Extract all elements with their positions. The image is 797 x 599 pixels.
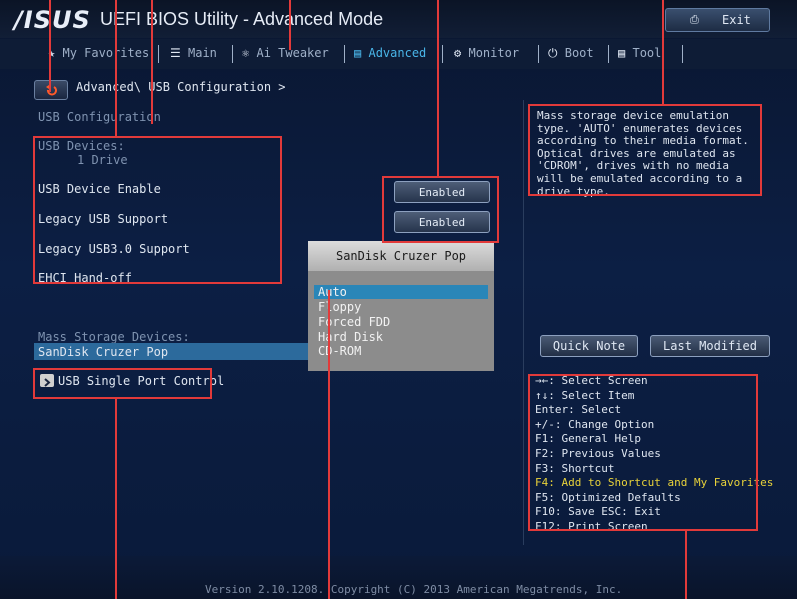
- back-arrow-icon: [46, 85, 57, 96]
- tab-boot[interactable]: ⏻ Boot: [548, 46, 594, 61]
- tab-advanced[interactable]: ▤ Advanced: [354, 46, 426, 60]
- callout-line: [289, 0, 291, 50]
- tweaker-icon: ⚛: [242, 46, 250, 60]
- callout-line: [49, 0, 51, 92]
- quick-note-button[interactable]: Quick Note: [540, 335, 638, 357]
- tab-divider: [682, 45, 683, 63]
- breadcrumb: Advanced\ USB Configuration >: [76, 80, 286, 94]
- callout-line: [685, 531, 687, 599]
- popup-option-auto[interactable]: Auto: [318, 285, 347, 299]
- menu-list-icon: ☰: [170, 46, 181, 60]
- tool-icon: ▤: [618, 46, 626, 60]
- section-title: USB Configuration: [38, 110, 161, 124]
- exit-button[interactable]: ⎙ Exit: [665, 8, 770, 32]
- monitor-icon: ⚙: [454, 46, 462, 60]
- callout-box-help: [528, 104, 762, 196]
- callout-line: [115, 399, 117, 599]
- tab-tool[interactable]: ▤ Tool: [618, 46, 661, 60]
- callout-box-single-port: [33, 368, 212, 399]
- tab-label: Boot: [564, 46, 594, 60]
- popup-option-floppy[interactable]: Floppy: [318, 300, 361, 314]
- tab-divider: [608, 45, 609, 63]
- asus-logo: /ISUS: [14, 6, 91, 34]
- tab-main[interactable]: ☰ Main: [170, 46, 217, 60]
- exit-icon: ⎙: [690, 13, 699, 26]
- tab-monitor[interactable]: ⚙ Monitor: [454, 46, 519, 60]
- tab-my-favorites[interactable]: ★ My Favorites: [48, 46, 149, 60]
- callout-box-enabled-values: [382, 176, 499, 243]
- tab-ai-tweaker[interactable]: ⚛ Ai Tweaker: [242, 46, 329, 60]
- tab-label: Main: [188, 46, 217, 60]
- callout-line: [115, 0, 117, 136]
- tab-label: Monitor: [468, 46, 520, 60]
- tab-divider: [344, 45, 345, 63]
- tab-label: My Favorites: [62, 46, 150, 60]
- exit-label: Exit: [722, 13, 751, 27]
- power-icon: ⏻: [548, 46, 558, 60]
- tab-divider: [232, 45, 233, 63]
- last-modified-button[interactable]: Last Modified: [650, 335, 770, 357]
- tab-label: Tool: [632, 46, 662, 60]
- tab-label: Ai Tweaker: [256, 46, 329, 60]
- mass-storage-label: Mass Storage Devices:: [38, 330, 190, 344]
- callout-box-usb-settings: [33, 136, 282, 284]
- tab-divider: [538, 45, 539, 63]
- callout-box-keys: [528, 374, 758, 531]
- panel-divider: [523, 100, 524, 545]
- advanced-icon: ▤: [354, 46, 362, 60]
- callout-line: [151, 0, 153, 124]
- mass-storage-device[interactable]: SanDisk Cruzer Pop: [38, 345, 168, 359]
- back-button[interactable]: [34, 80, 68, 100]
- app-title: UEFI BIOS Utility - Advanced Mode: [100, 9, 384, 29]
- tab-divider: [158, 45, 159, 63]
- callout-line: [662, 0, 664, 104]
- popup-title: SanDisk Cruzer Pop: [308, 241, 494, 271]
- popup-option-cd-rom[interactable]: CD-ROM: [318, 344, 361, 358]
- tab-label: Advanced: [368, 46, 427, 60]
- callout-line: [328, 290, 330, 599]
- callout-line: [437, 0, 439, 176]
- tab-divider: [442, 45, 443, 63]
- version-footer: Version 2.10.1208. Copyright (C) 2013 Am…: [205, 583, 623, 596]
